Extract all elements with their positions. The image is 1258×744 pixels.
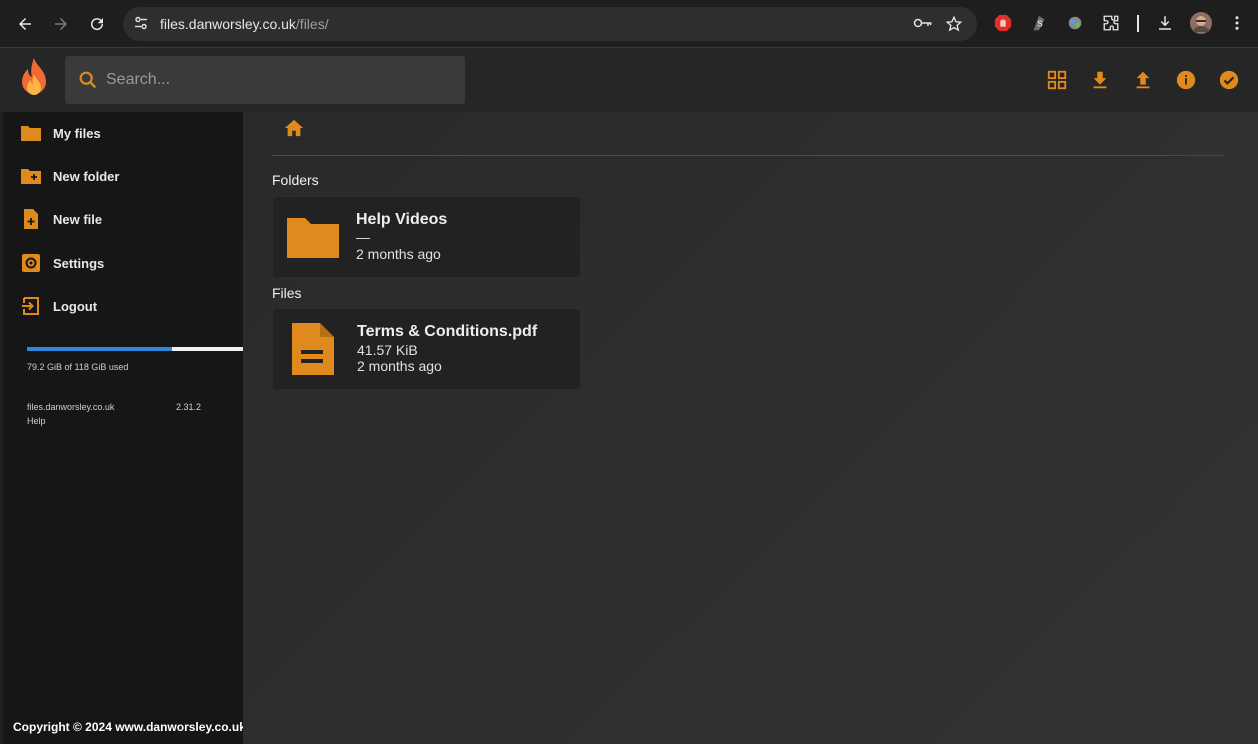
flame-logo-icon[interactable]: [14, 56, 54, 107]
folder-icon: [19, 121, 43, 145]
sidebar-item-label: Logout: [53, 298, 98, 314]
browser-toolbar: files.danworsley.co.uk/files/ S: [0, 0, 1258, 48]
sidebar-item-label: My files: [53, 125, 101, 141]
info-icon[interactable]: [1174, 68, 1198, 92]
app-header: [0, 48, 1258, 112]
reload-icon[interactable]: [85, 12, 109, 36]
storage-usage-fill: [27, 347, 172, 351]
folder-name: Help Videos: [356, 211, 448, 228]
address-bar[interactable]: files.danworsley.co.uk/files/: [123, 7, 977, 41]
back-icon[interactable]: [13, 12, 37, 36]
select-check-icon[interactable]: [1217, 68, 1241, 92]
file-modified: 2 months ago: [357, 358, 442, 374]
files-heading: Files: [272, 285, 302, 301]
folder-icon: [285, 214, 341, 265]
sidebar-item-my-files[interactable]: My files: [19, 121, 101, 145]
breadcrumb-divider: [272, 155, 1225, 156]
folder-size: —: [356, 229, 370, 245]
file-plus-icon: [19, 207, 43, 231]
file-name: Terms & Conditions.pdf: [357, 323, 538, 340]
help-link[interactable]: Help: [27, 416, 46, 426]
extensions-icon[interactable]: [1101, 13, 1121, 33]
sidebar-item-settings[interactable]: Settings: [19, 251, 104, 275]
file-item-terms-conditions[interactable]: Terms & Conditions.pdf 41.57 KiB 2 month…: [273, 309, 580, 389]
forward-icon[interactable]: [49, 12, 73, 36]
folder-modified: 2 months ago: [356, 246, 441, 262]
url-text: files.danworsley.co.uk/files/: [160, 16, 329, 32]
gear-icon: [19, 251, 43, 275]
bookmark-star-icon[interactable]: [945, 15, 963, 38]
file-size: 41.57 KiB: [357, 342, 418, 358]
folders-heading: Folders: [272, 172, 319, 188]
extension-s-icon[interactable]: S: [1029, 13, 1049, 33]
browser-menu-icon[interactable]: [1227, 13, 1247, 33]
extension-puzzle-colored-icon[interactable]: [1065, 13, 1085, 33]
password-key-icon[interactable]: [913, 16, 933, 35]
upload-icon[interactable]: [1131, 68, 1155, 92]
toolbar-separator: [1137, 15, 1139, 32]
storage-usage-bar: [27, 347, 243, 351]
folder-item-help-videos[interactable]: Help Videos — 2 months ago: [273, 197, 580, 277]
url-path: /files/: [295, 16, 329, 32]
sidebar-item-new-folder[interactable]: New folder: [19, 164, 119, 188]
copyright-text: Copyright © 2024 www.danworsley.co.uk: [13, 720, 246, 734]
url-host: files.danworsley.co.uk: [160, 16, 296, 32]
breadcrumb-home-icon[interactable]: [283, 118, 307, 142]
sidebar-item-label: Settings: [53, 255, 105, 271]
file-listing: Folders Help Videos — 2 months ago Files…: [243, 112, 1258, 744]
search-input[interactable]: [106, 66, 446, 94]
storage-usage-text: 79.2 GiB of 118 GiB used: [27, 362, 129, 372]
file-document-icon: [290, 321, 336, 382]
logout-icon: [19, 294, 43, 318]
version-text: 2.31.2: [176, 402, 202, 412]
downloads-icon[interactable]: [1155, 13, 1175, 33]
site-info-icon[interactable]: [133, 15, 149, 36]
sidebar-item-logout[interactable]: Logout: [19, 294, 97, 318]
sidebar-item-label: New folder: [53, 168, 120, 184]
site-link[interactable]: files.danworsley.co.uk: [27, 402, 114, 412]
sidebar-item-new-file[interactable]: New file: [19, 207, 102, 231]
search-box[interactable]: [65, 56, 465, 104]
search-icon: [77, 69, 99, 96]
folder-plus-icon: [19, 164, 43, 188]
grid-view-icon[interactable]: [1045, 68, 1069, 92]
sidebar-item-label: New file: [53, 211, 103, 227]
svg-text:S: S: [1037, 20, 1043, 29]
sidebar: My files New folder New file Settings Lo…: [3, 112, 246, 744]
extension-stop-icon[interactable]: [993, 13, 1013, 33]
profile-avatar[interactable]: [1190, 12, 1212, 34]
download-icon[interactable]: [1088, 68, 1112, 92]
